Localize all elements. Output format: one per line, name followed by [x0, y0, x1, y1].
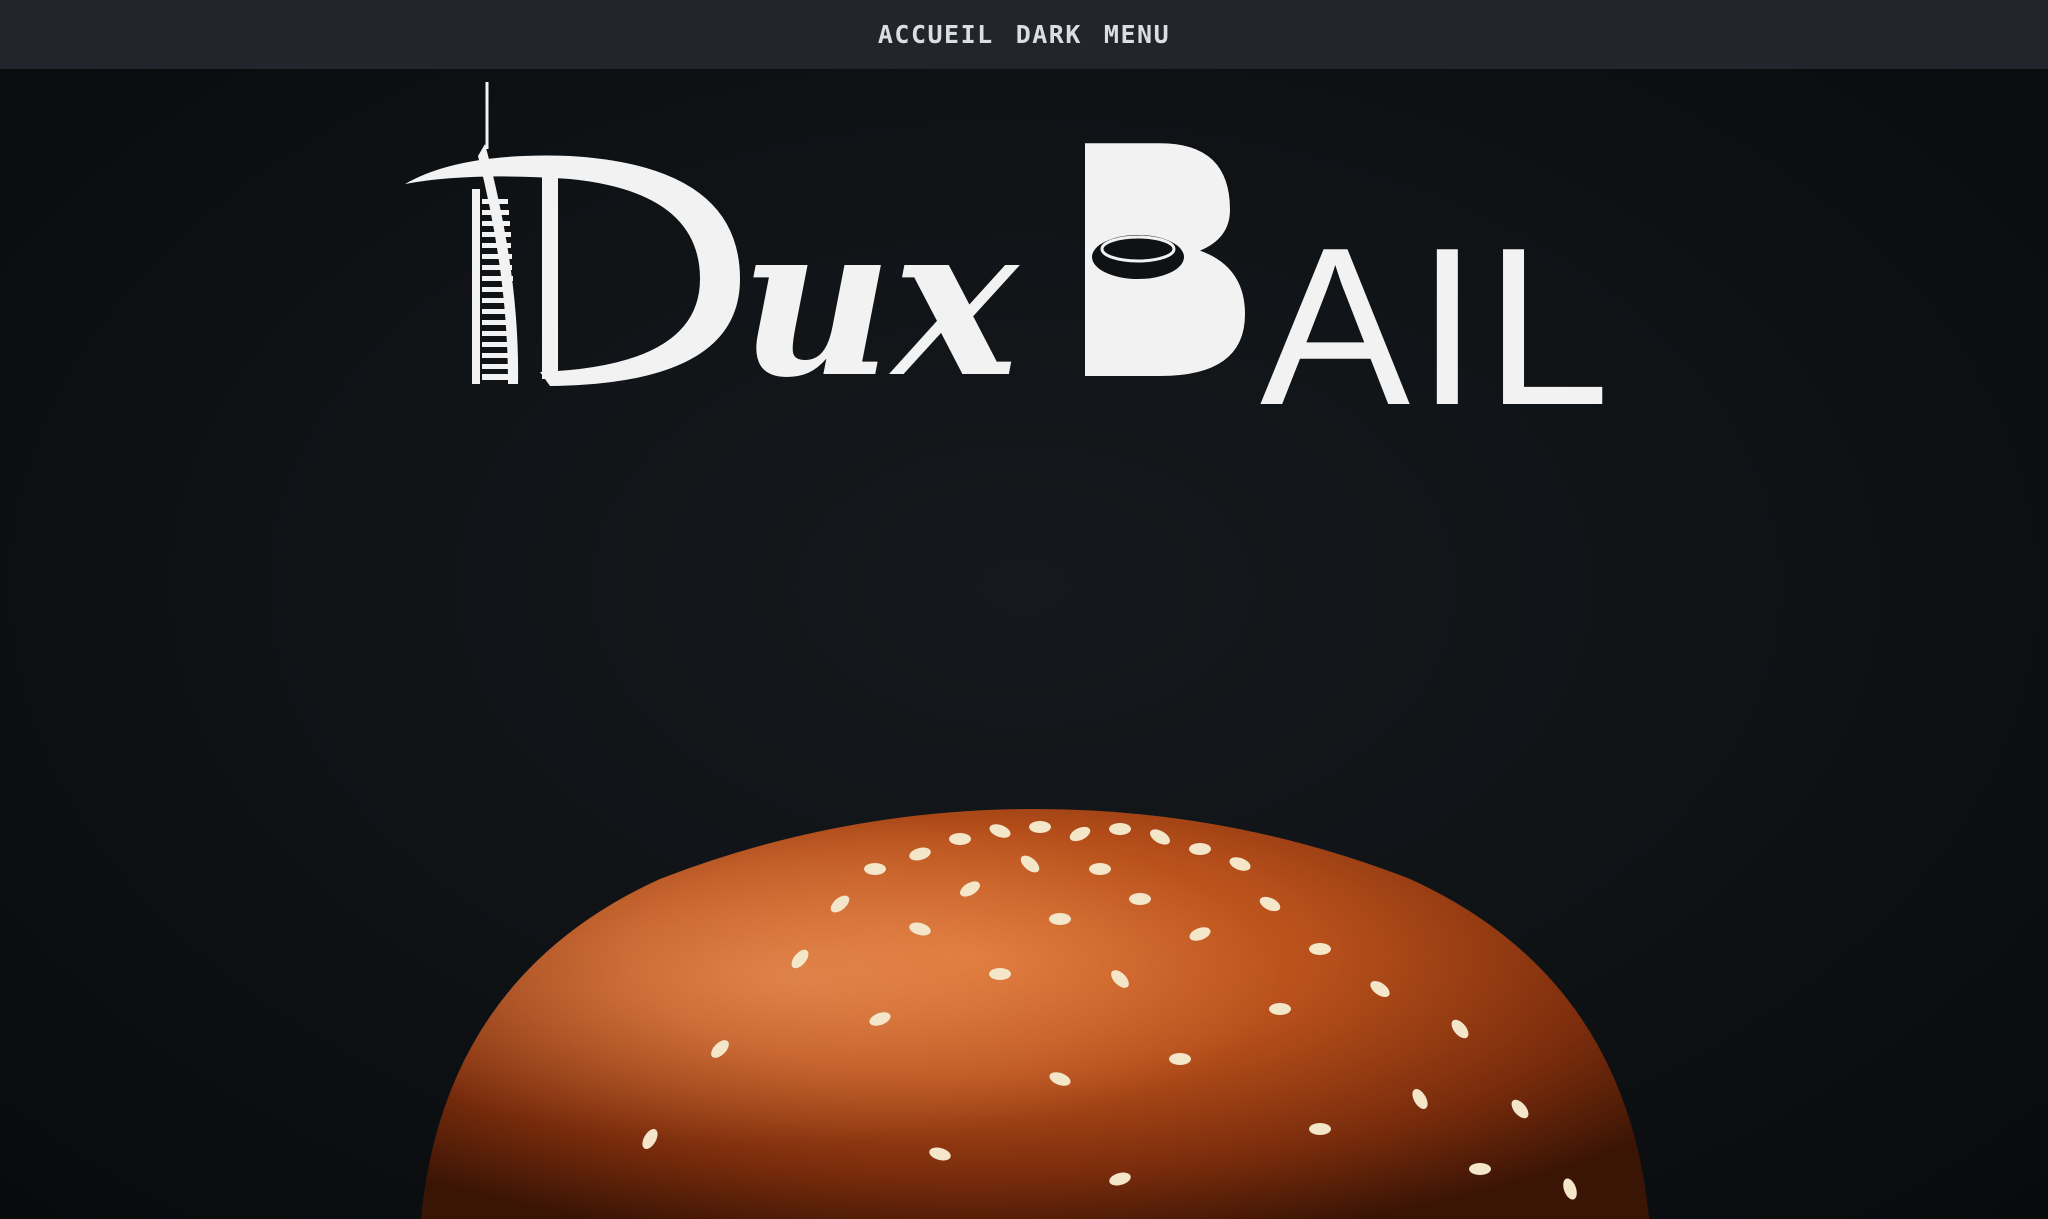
- burj-al-arab-icon: [472, 82, 519, 384]
- logo-word-doux-script: ux: [740, 177, 1021, 424]
- nav-link-dark[interactable]: Dark: [1016, 16, 1082, 53]
- doux-bail-logo: ux AIL: [405, 82, 1616, 434]
- logo-word-ail: AIL: [1260, 200, 1616, 434]
- nav-link-menu[interactable]: Menu: [1104, 16, 1170, 53]
- burger-bun-image: [420, 809, 1650, 1219]
- burger-icon: [1085, 143, 1245, 377]
- nav-link-accueil[interactable]: Accueil: [878, 16, 994, 53]
- logo-d-swoosh: [405, 155, 740, 386]
- top-navigation: Accueil Dark Menu: [0, 0, 2048, 69]
- hero-section: ux AIL: [0, 69, 2048, 1219]
